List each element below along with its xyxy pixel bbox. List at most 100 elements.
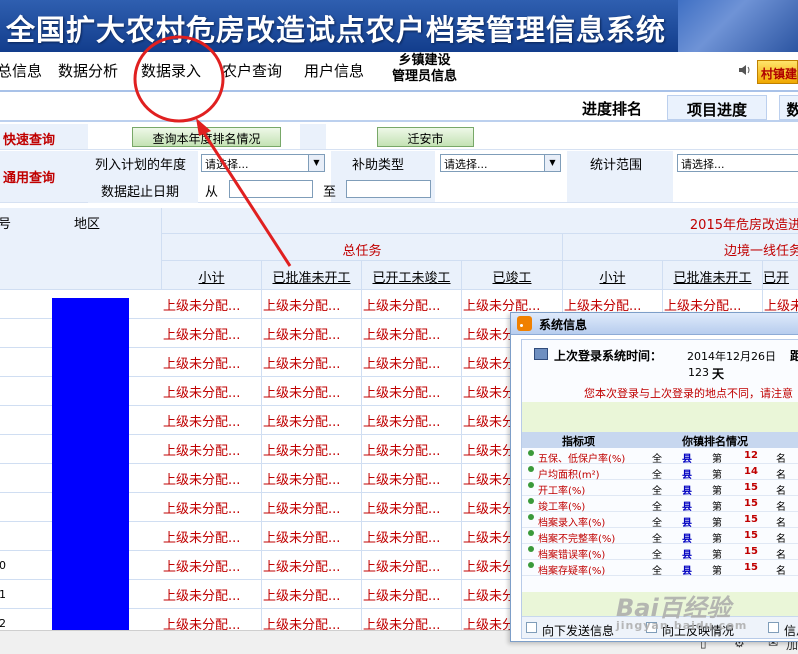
end-date-input[interactable] [346,180,431,198]
menu-item-township-admin[interactable]: 乡镇建设 管理员信息 [392,53,457,85]
table-cell[interactable]: 上级未分配... [362,406,462,435]
sub-header-border-subtotal[interactable]: 小计 [563,261,663,290]
sub-header-border-approved[interactable]: 已批准未开工 [663,261,763,290]
popup-titlebar[interactable]: 系统信息 [511,313,798,335]
table-cell[interactable]: 上级未分配... [262,348,362,377]
completed-link[interactable]: 已竣工 [492,271,531,286]
table-cell[interactable]: 上级未分配... [262,580,362,609]
watermark-sub: jingyan.baidu.com [616,619,748,632]
menu-item-data-entry[interactable]: 数据录入 [141,60,201,81]
sub-header-border-started[interactable]: 已开 [763,261,798,290]
table-cell[interactable]: 上级未分配... [262,551,362,580]
menu-item-summary[interactable]: 总信息 [0,60,42,81]
start-date-input[interactable] [229,180,313,198]
border-started-link[interactable]: 已开 [763,271,789,286]
rank-county: 县 [682,534,692,545]
query-panel: 快速查询 查询本年度排名情况 迁安市 通用查询 列入计划的年度 请选择... ▼… [0,124,798,204]
sub-header-subtotal[interactable]: 小计 [162,261,262,290]
table-cell[interactable]: 上级未分配... [362,522,462,551]
rank-row: 档案错误率(%) 全 县 第 15 名 [522,544,798,561]
table-cell[interactable]: 上级未分配... [362,319,462,348]
started-link[interactable]: 已开工未竣工 [372,271,450,286]
from-label: 从 [205,185,219,200]
row-number: 1 [0,588,6,601]
table-cell[interactable]: 上级未分配... [262,464,362,493]
border-subtotal-link[interactable]: 小计 [599,271,625,286]
baidu-watermark: Bai百经验 jingyan.baidu.com [616,588,747,632]
table-cell[interactable]: 上级未分配... [262,435,362,464]
tab-progress-rank[interactable]: 进度排名 [572,95,652,120]
table-cell[interactable]: 上级未分配... [262,319,362,348]
table-cell[interactable]: 上级未分配... [362,551,462,580]
speaker-icon[interactable] [739,64,751,76]
table-cell[interactable]: 上级未分配... [162,464,262,493]
rank-county: 县 [682,454,692,465]
menu-item-user-info[interactable]: 用户信息 [304,60,364,81]
rank-row: 档案不完整率(%) 全 县 第 15 名 [522,528,798,545]
rank-name: 档案不完整率(%) [538,534,616,545]
table-cell[interactable]: 上级未分配... [162,522,262,551]
table-cell[interactable]: 上级未分配... [362,493,462,522]
rank-ming: 名 [776,502,786,513]
send-down-checkbox[interactable] [526,622,537,633]
row-number: 0 [0,559,6,572]
main-menu: 总信息 数据分析 数据录入 农户查询 用户信息 乡镇建设 管理员信息 村镇建 [0,52,798,90]
table-cell[interactable]: 上级未分配... [262,377,362,406]
border-approved-link[interactable]: 已批准未开工 [673,271,751,286]
year-select[interactable]: 请选择... ▼ [201,154,325,172]
table-cell[interactable]: 上级未分配... [162,609,262,630]
sub-header-approved[interactable]: 已批准未开工 [262,261,362,290]
menu-item-farmer-query[interactable]: 农户查询 [222,60,282,81]
table-cell[interactable]: 上级未分配... [362,580,462,609]
table-cell[interactable]: 上级未分配... [362,290,462,319]
table-cell[interactable]: 上级未分配... [262,522,362,551]
rank-county: 县 [682,550,692,561]
scope-select[interactable]: 请选择... [677,154,798,172]
app-title: 全国扩大农村危房改造试点农户档案管理信息系统 [6,13,667,47]
city-button[interactable]: 迁安市 [377,127,474,147]
rank-header: 你镇排名情况 [682,435,748,448]
rank-all: 全 [652,486,662,497]
rank-query-button[interactable]: 查询本年度排名情况 [132,127,281,147]
table-cell[interactable]: 上级未分配... [162,290,262,319]
menu-item-data-analysis[interactable]: 数据分析 [58,60,118,81]
sub-header-completed[interactable]: 已竣工 [462,261,563,290]
rank-table: 指标项 你镇排名情况 五保、低保户率(%) 全县第 12 名户均面积(m²) 全县第 14… [522,432,798,592]
tab-project-progress[interactable]: 项目进度 [667,95,767,120]
watermark-main: Bai百经验 [616,594,731,622]
table-cell[interactable]: 上级未分配... [362,609,462,630]
approved-link[interactable]: 已批准未开工 [272,271,350,286]
bullet-icon [528,450,534,456]
table-cell[interactable]: 上级未分配... [162,377,262,406]
general-query-label: 通用查询 [0,151,88,202]
table-cell[interactable]: 上级未分配... [362,464,462,493]
table-cell[interactable]: 上级未分配... [162,493,262,522]
subsidy-select[interactable]: 请选择... ▼ [440,154,561,172]
sub-header-started[interactable]: 已开工未竣工 [362,261,462,290]
indicator-header: 指标项 [562,435,595,448]
rank-county: 县 [682,566,692,577]
table-cell[interactable]: 上级未分配... [162,551,262,580]
rank-row: 竣工率(%) 全 县 第 15 名 [522,496,798,513]
table-cell[interactable]: 上级未分配... [262,290,362,319]
table-cell[interactable]: 上级未分配... [262,406,362,435]
table-cell[interactable]: 上级未分配... [162,580,262,609]
table-cell[interactable]: 上级未分配... [362,377,462,406]
table-cell[interactable]: 上级未分配... [162,435,262,464]
info-checkbox[interactable] [768,622,779,633]
rank-value: 15 [744,498,758,509]
rank-value: 15 [744,514,758,525]
rank-county: 县 [682,502,692,513]
table-cell[interactable]: 上级未分配... [162,319,262,348]
days-value: 123 [688,366,709,379]
table-cell[interactable]: 上级未分配... [162,406,262,435]
table-cell[interactable]: 上级未分配... [362,348,462,377]
table-cell[interactable]: 上级未分配... [362,435,462,464]
table-cell[interactable]: 上级未分配... [162,348,262,377]
table-cell[interactable]: 上级未分配... [262,609,362,630]
tab-data[interactable]: 数 [779,95,798,120]
rank-all: 全 [652,454,662,465]
village-button[interactable]: 村镇建 [757,60,798,84]
subtotal-link[interactable]: 小计 [198,271,224,286]
table-cell[interactable]: 上级未分配... [262,493,362,522]
